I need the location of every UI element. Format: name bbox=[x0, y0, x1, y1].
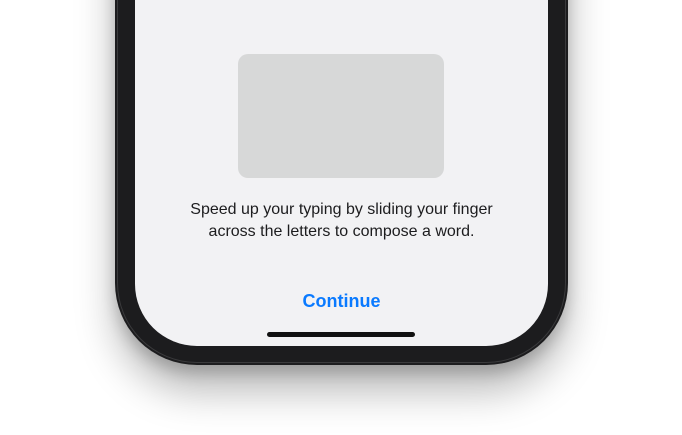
description-line-2: across the letters to compose a word. bbox=[208, 223, 475, 240]
description-line-1: Speed up your typing by sliding your fin… bbox=[190, 201, 493, 218]
home-indicator[interactable] bbox=[267, 332, 415, 337]
continue-button[interactable]: Continue bbox=[275, 288, 408, 314]
screenshot-stage: Speed up your typing by sliding your fin… bbox=[0, 0, 682, 435]
phone-frame: Speed up your typing by sliding your fin… bbox=[115, 0, 568, 365]
feature-preview-placeholder bbox=[238, 54, 444, 178]
feature-description: Speed up your typing by sliding your fin… bbox=[155, 199, 528, 243]
phone-screen: Speed up your typing by sliding your fin… bbox=[135, 0, 548, 346]
